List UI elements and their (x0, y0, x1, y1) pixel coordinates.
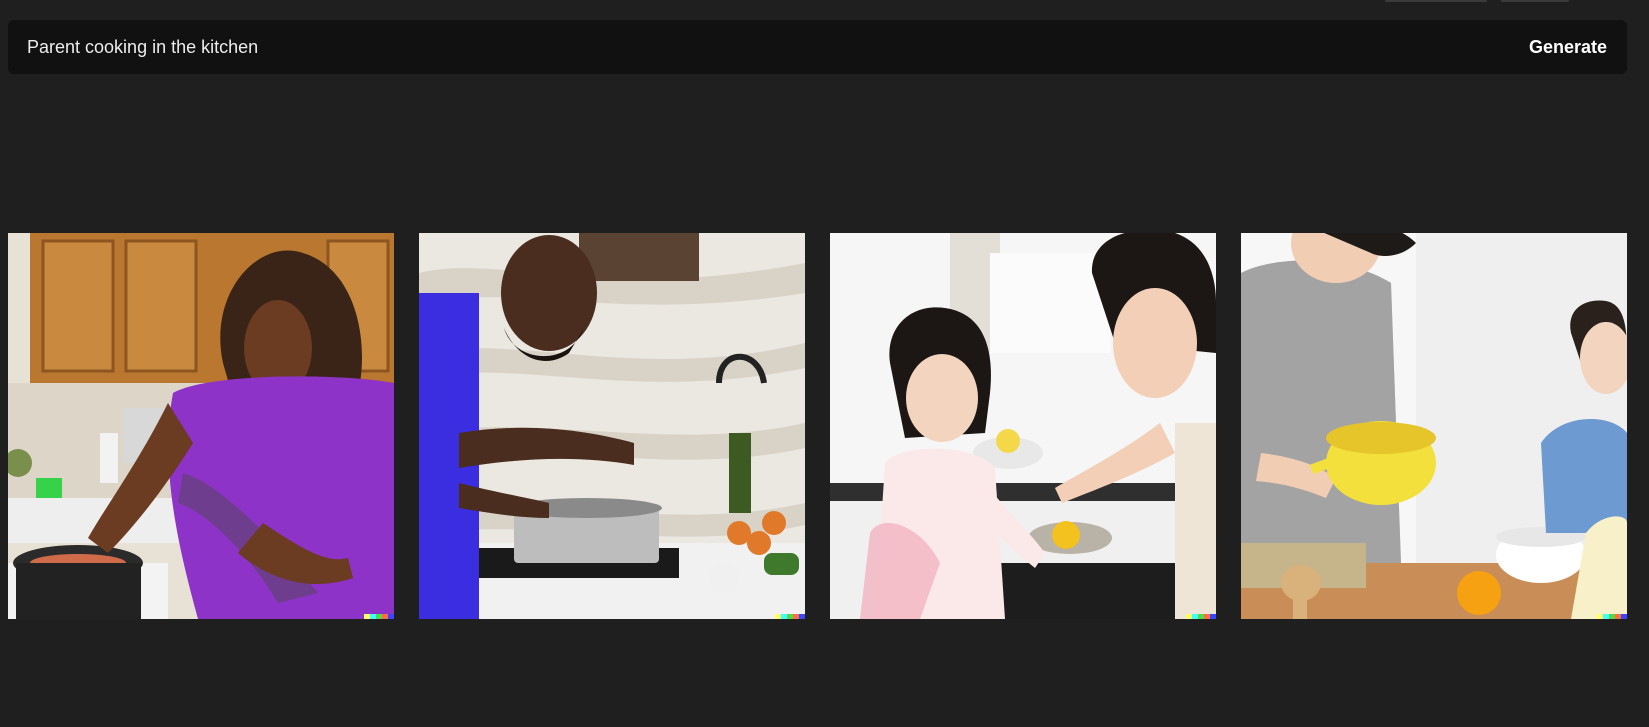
signature-swatch (364, 614, 394, 619)
result-image-2[interactable]: kitchen-photo-man-blue-shirt (419, 233, 805, 619)
top-tabs (1385, 0, 1569, 2)
signature-swatch (1186, 614, 1216, 619)
kitchen-photo-family-icon (1241, 233, 1627, 619)
signature-swatch (775, 614, 805, 619)
prompt-bar: Generate (8, 19, 1627, 75)
kitchen-photo-father-daughter-icon (830, 233, 1216, 619)
signature-swatch (1597, 614, 1627, 619)
image-generator-page: Generate (0, 0, 1649, 727)
result-image-4[interactable]: kitchen-photo-family-yellow-bowl (1241, 233, 1627, 619)
generate-button[interactable]: Generate (1529, 37, 1607, 58)
results-gallery: kitchen-photo-woman-purple-shirt (8, 233, 1627, 619)
result-image-3[interactable]: kitchen-photo-father-daughter (830, 233, 1216, 619)
top-tab[interactable] (1385, 0, 1487, 2)
result-image-1[interactable]: kitchen-photo-woman-purple-shirt (8, 233, 394, 619)
kitchen-photo-woman-icon (8, 233, 394, 619)
top-tab[interactable] (1501, 0, 1569, 2)
kitchen-photo-man-icon (419, 233, 805, 619)
prompt-input[interactable] (25, 19, 1529, 75)
